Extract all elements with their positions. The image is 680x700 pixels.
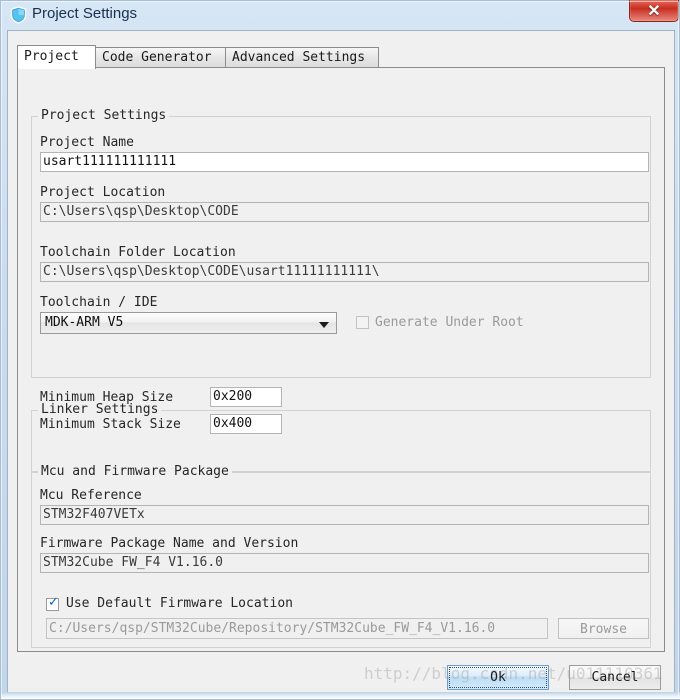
tab-code-generator[interactable]: Code Generator (95, 47, 226, 68)
toolchain-ide-value: MDK-ARM V5 (45, 315, 124, 330)
tab-advanced-settings[interactable]: Advanced Settings (225, 47, 379, 68)
check-icon: ✓ (48, 595, 59, 610)
dialog-window: Project Settings ✕ Project Code Generato… (0, 0, 680, 700)
mcu-reference-label: Mcu Reference (40, 488, 142, 503)
shield-icon (10, 6, 27, 24)
generate-under-root-checkbox[interactable] (356, 316, 369, 329)
toolchain-folder-location-label: Toolchain Folder Location (40, 245, 236, 260)
window-title: Project Settings (32, 5, 138, 22)
project-location-label: Project Location (40, 185, 166, 200)
toolchain-ide-select[interactable]: MDK-ARM V5 (40, 312, 337, 334)
browse-button-label: Browse (580, 622, 627, 637)
tab-project-label: Project (24, 49, 79, 64)
firmware-package-input: STM32Cube FW_F4 V1.16.0 (40, 553, 649, 573)
firmware-location-input: C:/Users/qsp/STM32Cube/Repository/STM32C… (46, 618, 548, 639)
minimum-heap-size-label: Minimum Heap Size (40, 390, 174, 405)
use-default-firmware-location-checkbox[interactable]: ✓ (46, 595, 59, 611)
dialog-content: Project Code Generator Advanced Settings… (7, 30, 675, 694)
tab-advanced-settings-label: Advanced Settings (232, 50, 366, 65)
ok-button-label: Ok (490, 670, 506, 685)
close-icon: ✕ (647, 3, 661, 20)
minimum-heap-size-input[interactable]: 0x200 (210, 387, 282, 407)
minimum-stack-size-input[interactable]: 0x400 (210, 414, 282, 434)
title-bar[interactable]: Project Settings ✕ (1, 0, 680, 30)
minimum-stack-size-label: Minimum Stack Size (40, 417, 181, 432)
project-name-input[interactable]: usart111111111111 (40, 152, 649, 172)
firmware-package-label: Firmware Package Name and Version (40, 536, 299, 551)
toolchain-folder-location-input[interactable]: C:\Users\qsp\Desktop\CODE\usart111111111… (40, 262, 649, 282)
group-project-settings-title: Project Settings (38, 108, 170, 123)
tab-project[interactable]: Project (17, 45, 96, 69)
project-location-input[interactable]: C:\Users\qsp\Desktop\CODE (40, 202, 649, 222)
close-button[interactable]: ✕ (629, 0, 679, 22)
cancel-button-label: Cancel (591, 670, 639, 685)
generate-under-root-label: Generate Under Root (375, 315, 524, 330)
window-bottom-edge (1, 692, 680, 699)
use-default-firmware-location-label: Use Default Firmware Location (66, 596, 293, 611)
browse-button[interactable]: Browse (558, 618, 649, 639)
tab-page-project: Project Settings Project Name usart11111… (17, 67, 665, 652)
chevron-down-icon (319, 322, 329, 328)
mcu-reference-input: STM32F407VETx (40, 505, 649, 525)
project-name-label: Project Name (40, 135, 134, 150)
tab-code-generator-label: Code Generator (102, 50, 212, 65)
toolchain-ide-label: Toolchain / IDE (40, 295, 158, 310)
group-mcu-firmware-title: Mcu and Firmware Package (38, 464, 232, 479)
tab-bar: Project Code Generator Advanced Settings (17, 45, 665, 69)
